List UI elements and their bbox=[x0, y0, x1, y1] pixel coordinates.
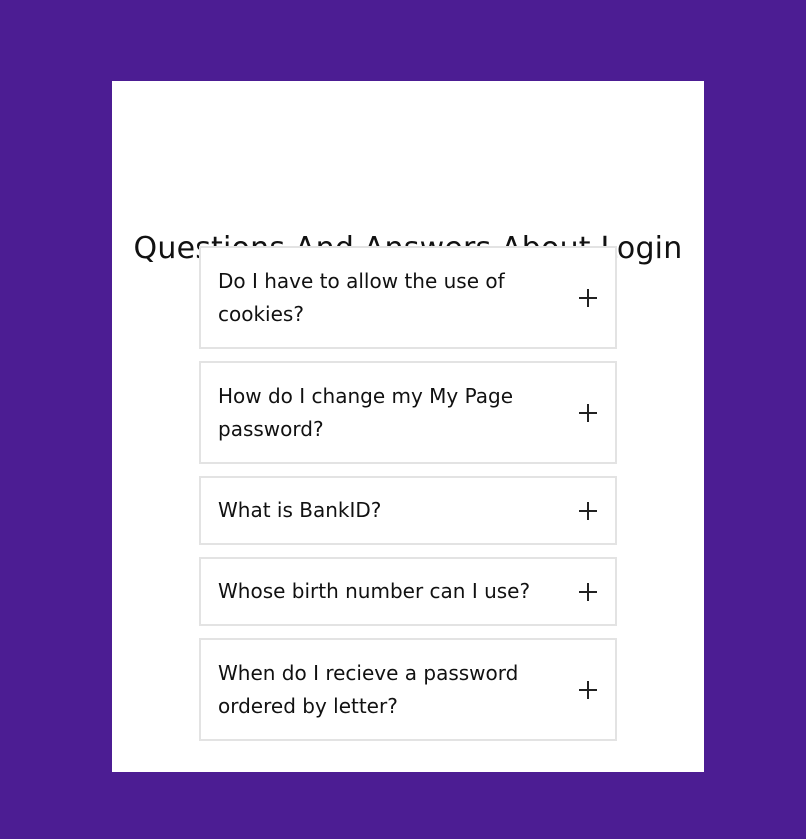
plus-icon[interactable] bbox=[579, 403, 597, 422]
faq-card: Questions And Answers About Login Do I h… bbox=[112, 81, 704, 772]
plus-icon[interactable] bbox=[579, 501, 597, 520]
faq-item-password-letter[interactable]: When do I recieve a password ordered by … bbox=[199, 638, 617, 741]
faq-list: Do I have to allow the use of cookies? H… bbox=[199, 246, 617, 753]
faq-question: Do I have to allow the use of cookies? bbox=[218, 268, 505, 326]
faq-item-cookies[interactable]: Do I have to allow the use of cookies? bbox=[199, 246, 617, 349]
faq-item-birth-number[interactable]: Whose birth number can I use? bbox=[199, 557, 617, 626]
faq-question: When do I recieve a password ordered by … bbox=[218, 660, 519, 718]
plus-icon[interactable] bbox=[579, 582, 597, 601]
faq-question: How do I change my My Page password? bbox=[218, 383, 514, 441]
plus-icon[interactable] bbox=[579, 680, 597, 699]
page-background: { "page": { "title": "Questions And Answ… bbox=[0, 0, 806, 839]
faq-question: What is BankID? bbox=[218, 498, 382, 522]
faq-item-change-password[interactable]: How do I change my My Page password? bbox=[199, 361, 617, 464]
faq-item-bankid[interactable]: What is BankID? bbox=[199, 476, 617, 545]
faq-question: Whose birth number can I use? bbox=[218, 579, 531, 603]
plus-icon[interactable] bbox=[579, 288, 597, 307]
